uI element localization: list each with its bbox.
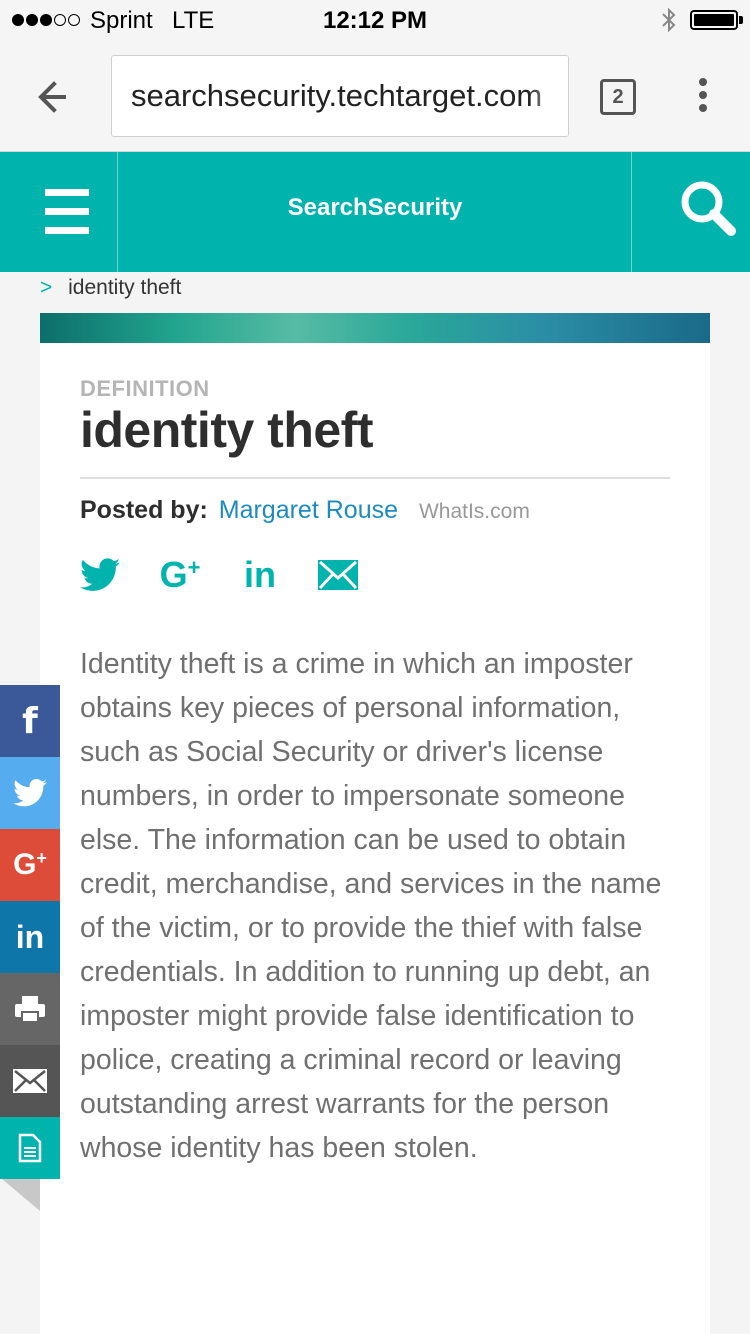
breadcrumb: > identity theft [40,276,181,300]
twitter-icon[interactable] [0,757,60,829]
posted-by-label: Posted by: [80,496,208,524]
email-icon[interactable] [316,553,360,597]
share-bar-fold [2,1179,40,1211]
email-icon[interactable] [0,1045,60,1117]
article-card: DEFINITION identity theft Posted by: Mar… [40,313,710,1334]
bluetooth-icon [662,7,676,33]
site-header: SearchSecurity [0,152,750,272]
tab-switcher-button[interactable]: 2 [600,79,636,115]
back-arrow-icon[interactable] [30,74,80,120]
twitter-icon[interactable] [80,553,120,597]
definition-label: DEFINITION [80,376,210,401]
source-link[interactable]: WhatIs.com [419,500,530,523]
url-text: searchsecurity.techtarget.com [131,78,543,113]
print-icon[interactable] [0,973,60,1045]
hamburger-menu-icon[interactable] [0,152,118,272]
address-bar[interactable]: searchsecurity.techtarget.com [111,55,569,137]
article-body: Identity theft is a crime in which an im… [80,648,662,1164]
facebook-icon[interactable]: f [0,685,60,757]
linkedin-icon[interactable]: in [238,553,282,597]
title-divider [80,477,670,479]
author-link[interactable]: Margaret Rouse [219,496,398,524]
overflow-menu-icon[interactable] [690,78,716,118]
search-icon [681,181,736,236]
google-plus-icon[interactable]: G+ [0,829,60,901]
document-icon[interactable] [0,1117,60,1179]
google-plus-icon[interactable]: G+ [152,553,208,597]
side-share-bar: f G+ in [0,685,60,1211]
browser-toolbar: searchsecurity.techtarget.com 2 [0,40,750,152]
breadcrumb-chevron-icon: > [40,276,53,299]
page-title: identity theft [80,402,373,458]
battery-icon [690,10,738,30]
gradient-banner [40,313,710,343]
linkedin-icon[interactable]: in [0,901,60,973]
status-bar: Sprint LTE 12:12 PM [0,0,750,40]
status-time: 12:12 PM [322,7,428,34]
site-title[interactable]: SearchSecurity [119,194,631,222]
byline: Posted by: Margaret Rouse WhatIs.com [80,496,530,525]
breadcrumb-current[interactable]: identity theft [68,276,181,299]
search-button[interactable] [631,152,750,272]
